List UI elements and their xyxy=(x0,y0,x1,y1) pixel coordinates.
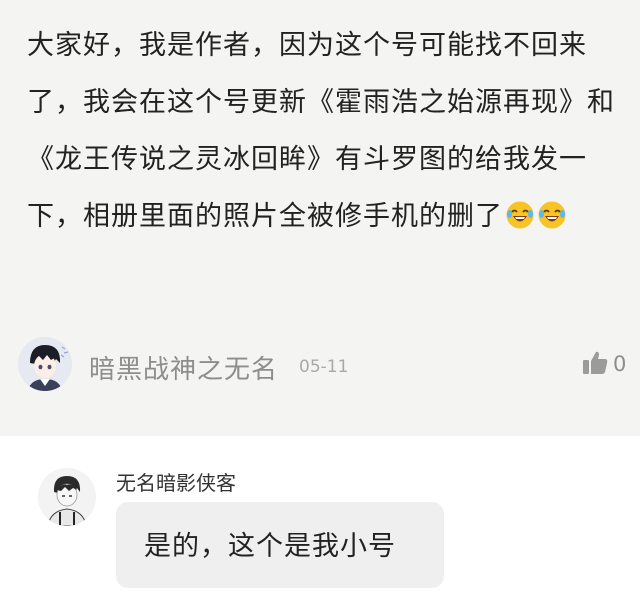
thumbs-up-icon[interactable] xyxy=(580,348,610,378)
post-author-row: 暗黑战神之无名 05-11 0 xyxy=(0,330,640,400)
reply-text: 是的，这个是我小号 xyxy=(144,531,396,562)
post-author-name[interactable]: 暗黑战神之无名 xyxy=(89,349,278,386)
reply-avatar[interactable] xyxy=(38,468,96,526)
anime-avatar-icon xyxy=(18,337,72,391)
laughing-tears-emoji-icon xyxy=(506,201,534,229)
post-date: 05-11 xyxy=(299,357,349,377)
reply-item: 无名暗影侠客 是的，这个是我小号 xyxy=(0,436,640,607)
avatar[interactable] xyxy=(18,337,72,391)
post-content: 大家好，我是作者，因为这个号可能找不回来了，我会在这个号更新《霍雨浩之始源再现》… xyxy=(27,17,617,245)
reply-bubble: 是的，这个是我小号 xyxy=(116,502,444,588)
sketch-avatar-icon xyxy=(38,468,96,526)
post-card: 大家好，我是作者，因为这个号可能找不回来了，我会在这个号更新《霍雨浩之始源再现》… xyxy=(0,0,640,436)
reply-author-name[interactable]: 无名暗影侠客 xyxy=(116,467,236,496)
like-count: 0 xyxy=(613,352,627,376)
laughing-tears-emoji-icon xyxy=(538,201,566,229)
